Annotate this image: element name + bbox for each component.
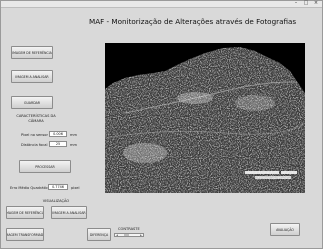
slider-thumb[interactable] (124, 234, 129, 236)
transformed-image-button[interactable]: IMAGEM TRANSFORMADA (6, 228, 44, 241)
camera-heading-line1: CARACTERÍSTICAS DA (16, 114, 56, 118)
photograph-panel (105, 43, 305, 193)
close-icon[interactable]: × (312, 1, 320, 6)
slider-left-arrow-icon[interactable]: ◂ (115, 234, 119, 237)
rms-error-unit: pixel (71, 186, 80, 190)
camera-heading-line2: CÂMARA (28, 119, 44, 123)
minimize-icon[interactable]: – (292, 1, 300, 6)
rms-error-field: 0.7746 (48, 184, 68, 190)
view-analyze-image-button[interactable]: IMAGEM A ANALISAR (51, 206, 87, 219)
page-title: MAF - Monitorização de Alterações atravé… (89, 17, 297, 26)
difference-button[interactable]: DIFERENÇA (87, 228, 111, 241)
app-window: – □ × MAF - Monitorização de Alterações … (0, 0, 323, 249)
pixel-size-label: Pixel no sensor (21, 133, 48, 137)
slider-right-arrow-icon[interactable]: ▸ (139, 234, 143, 237)
evaluation-button[interactable]: AVALIAÇÃO (270, 223, 300, 236)
title-bar: – □ × (1, 1, 322, 8)
maximize-icon[interactable]: □ (302, 1, 310, 6)
focal-length-field[interactable]: 25 (49, 141, 67, 147)
pixel-size-field[interactable]: 0.006 (49, 131, 67, 137)
visualization-heading: VISUALIZAÇÃO (42, 199, 70, 203)
landscape-photo (105, 43, 305, 193)
rms-error-label: Erro Médio Quadrático (10, 186, 51, 190)
pixel-size-unit: mm (70, 133, 78, 137)
window-controls: – □ × (292, 1, 320, 6)
focal-length-unit: mm (70, 143, 78, 147)
process-button[interactable]: PROCESSAR (19, 160, 71, 173)
view-reference-image-button[interactable]: IMAGEM DE REFERÊNCIA (6, 206, 44, 219)
save-button[interactable]: GUARDAR (11, 96, 53, 109)
contrast-slider[interactable]: ◂ ▸ (114, 233, 144, 237)
contrast-label: CONTRASTE (118, 227, 140, 231)
focal-length-label: Distância focal (21, 143, 48, 147)
analyze-image-button[interactable]: IMAGEM A ANALISAR (11, 70, 53, 83)
reference-image-button[interactable]: IMAGEM DE REFERÊNCIA (11, 46, 53, 59)
